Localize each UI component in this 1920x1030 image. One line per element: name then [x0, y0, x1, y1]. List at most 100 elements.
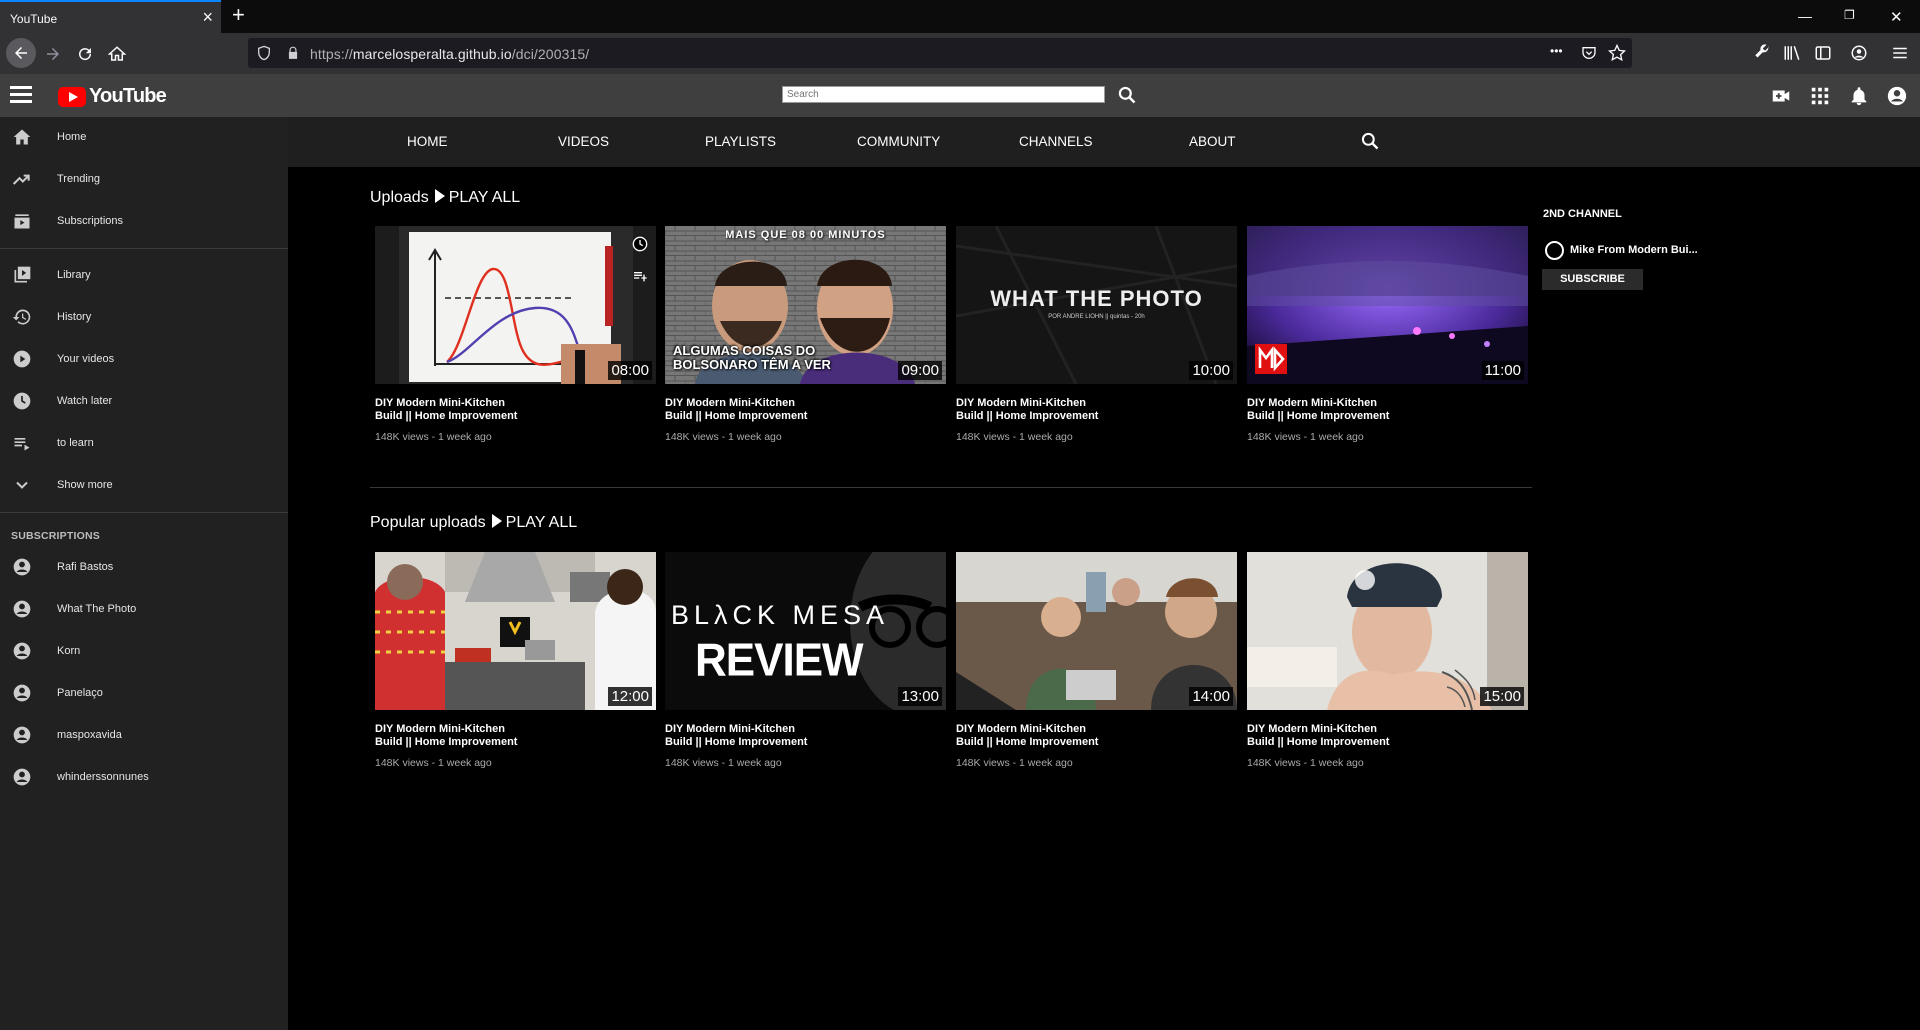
sidebar-item-subscriptions[interactable]: Subscriptions — [0, 201, 288, 241]
video-card[interactable]: 12:00 DIY Modern Mini-Kitchen Build || H… — [375, 552, 656, 769]
video-duration: 10:00 — [1189, 361, 1233, 380]
video-thumbnail[interactable]: 08:00 — [375, 226, 656, 384]
tab-home[interactable]: HOME — [407, 134, 448, 149]
sidebar-item-show-more[interactable]: Show more — [0, 465, 288, 505]
window-close-icon[interactable]: ✕ — [1890, 8, 1903, 26]
url-text[interactable]: https://marcelosperalta.github.io/dci/20… — [310, 46, 589, 62]
video-duration: 13:00 — [898, 687, 942, 706]
tab-about[interactable]: ABOUT — [1189, 134, 1236, 149]
video-thumbnail[interactable]: 14:00 — [956, 552, 1237, 710]
subscription-item[interactable]: Panelaço — [0, 673, 288, 713]
bookmark-star-icon[interactable] — [1608, 44, 1626, 62]
subscription-label: maspoxavida — [57, 729, 122, 741]
subscribe-button[interactable]: SUBSCRIBE — [1542, 269, 1643, 290]
video-title[interactable]: DIY Modern Mini-Kitchen Build || Home Im… — [665, 397, 815, 423]
sidebar-item-watch-later[interactable]: Watch later — [0, 381, 288, 421]
sidebar-item-to-learn[interactable]: to learn — [0, 423, 288, 463]
page-actions-button[interactable]: ••• — [1550, 44, 1563, 58]
menu-icon[interactable] — [1891, 44, 1909, 62]
subscription-item[interactable]: maspoxavida — [0, 715, 288, 755]
subscription-item[interactable]: Korn — [0, 631, 288, 671]
video-meta: 148K views - 1 week ago — [956, 431, 1073, 443]
library-browser-icon[interactable] — [1782, 44, 1802, 62]
video-title[interactable]: DIY Modern Mini-Kitchen Build || Home Im… — [956, 723, 1106, 749]
featured-channel-item[interactable]: Mike From Modern Bui... — [1545, 240, 1705, 262]
sidebar-item-label: Trending — [57, 173, 101, 185]
video-card[interactable]: 11:00 DIY Modern Mini-Kitchen Build || H… — [1247, 226, 1528, 443]
video-title[interactable]: DIY Modern Mini-Kitchen Build || Home Im… — [375, 723, 525, 749]
subscription-label: Panelaço — [57, 687, 103, 699]
sidebar-item-label: Home — [57, 131, 87, 143]
restore-icon[interactable]: ❐ — [1844, 8, 1855, 22]
apps-grid-icon[interactable] — [1809, 85, 1831, 107]
video-duration: 15:00 — [1480, 687, 1524, 706]
pocket-icon[interactable] — [1581, 45, 1597, 61]
video-title[interactable]: DIY Modern Mini-Kitchen Build || Home Im… — [1247, 723, 1397, 749]
video-thumbnail[interactable]: MAIS QUE 08 00 MINUTOS ALGUMAS COISAS DO… — [665, 226, 946, 384]
account-icon[interactable] — [1850, 44, 1868, 62]
chevron-down-icon — [16, 481, 28, 489]
tab-videos[interactable]: VIDEOS — [558, 134, 609, 149]
video-thumbnail[interactable]: 11:00 — [1247, 226, 1528, 384]
uploads-section-title[interactable]: Uploads PLAY ALL — [370, 189, 520, 207]
tab-community[interactable]: COMMUNITY — [857, 134, 940, 149]
video-title[interactable]: DIY Modern Mini-Kitchen Build || Home Im… — [956, 397, 1106, 423]
popular-section-title[interactable]: Popular uploads PLAY ALL — [370, 514, 577, 532]
reload-button[interactable] — [72, 41, 98, 67]
watch-later-icon[interactable] — [632, 236, 648, 252]
sidebar-item-library[interactable]: Library — [0, 255, 288, 295]
back-button[interactable] — [6, 38, 36, 68]
channel-search-icon[interactable] — [1360, 131, 1380, 151]
sidebar-item-trending[interactable]: Trending — [0, 159, 288, 199]
tools-icon[interactable] — [1753, 44, 1771, 62]
home-button[interactable] — [104, 41, 130, 67]
browser-tab[interactable]: YouTube × — [0, 0, 221, 33]
url-path: /dci/200315/ — [511, 46, 590, 62]
lock-icon[interactable] — [286, 45, 300, 61]
notifications-bell-icon[interactable] — [1848, 85, 1870, 107]
tab-close-button[interactable]: × — [202, 8, 213, 26]
video-card[interactable]: BLλCK MESA REVIEW 13:00 DIY Modern Mini-… — [665, 552, 946, 769]
add-to-queue-icon[interactable] — [632, 268, 648, 284]
sidebar-item-history[interactable]: History — [0, 297, 288, 337]
video-meta: 148K views - 1 week ago — [375, 431, 492, 443]
user-avatar-icon[interactable] — [1886, 85, 1908, 107]
featured-channel-name: Mike From Modern Bui... — [1570, 244, 1698, 256]
minimize-icon[interactable]: ― — [1798, 8, 1812, 24]
video-duration: 08:00 — [608, 361, 652, 380]
video-title[interactable]: DIY Modern Mini-Kitchen Build || Home Im… — [1247, 397, 1397, 423]
video-card[interactable]: WHAT THE PHOTO POR ANDRE LIOHN || quinta… — [956, 226, 1237, 443]
sidebar-item-label: Watch later — [57, 395, 113, 407]
video-card[interactable]: 14:00 DIY Modern Mini-Kitchen Build || H… — [956, 552, 1237, 769]
reload-icon — [79, 48, 92, 61]
search-input[interactable] — [782, 86, 1105, 103]
tab-playlists[interactable]: PLAYLISTS — [705, 134, 776, 149]
forward-button[interactable] — [40, 41, 66, 67]
create-video-icon[interactable] — [1770, 85, 1792, 107]
channel-avatar-icon — [13, 768, 31, 786]
video-thumbnail[interactable]: BLλCK MESA REVIEW 13:00 — [665, 552, 946, 710]
video-card[interactable]: 08:00 DIY Modern Mini-Kitchen Build || H… — [375, 226, 656, 443]
search-icon[interactable] — [1117, 85, 1137, 105]
sidebar-item-home[interactable]: Home — [0, 117, 288, 157]
subscription-item[interactable]: What The Photo — [0, 589, 288, 629]
video-title[interactable]: DIY Modern Mini-Kitchen Build || Home Im… — [665, 723, 815, 749]
tracking-shield-icon[interactable] — [256, 45, 272, 61]
video-card[interactable]: 15:00 DIY Modern Mini-Kitchen Build || H… — [1247, 552, 1528, 769]
guide-menu-icon[interactable] — [10, 86, 32, 104]
subscription-item[interactable]: whinderssonnunes — [0, 757, 288, 797]
sidebar-toggle-icon[interactable] — [1814, 44, 1832, 62]
sidebar-divider — [0, 248, 288, 249]
sidebar-item-your-videos[interactable]: Your videos — [0, 339, 288, 379]
new-tab-button[interactable]: + — [232, 4, 245, 26]
tab-channels[interactable]: CHANNELS — [1019, 134, 1093, 149]
video-title[interactable]: DIY Modern Mini-Kitchen Build || Home Im… — [375, 397, 525, 423]
video-thumbnail[interactable]: 12:00 — [375, 552, 656, 710]
video-thumbnail[interactable]: 15:00 — [1247, 552, 1528, 710]
subscription-item[interactable]: Rafi Bastos — [0, 547, 288, 587]
address-bar[interactable]: https://marcelosperalta.github.io/dci/20… — [248, 38, 1632, 68]
youtube-logo[interactable]: YouTube — [58, 85, 167, 108]
video-card[interactable]: MAIS QUE 08 00 MINUTOS ALGUMAS COISAS DO… — [665, 226, 946, 443]
play-all-icon — [491, 514, 502, 528]
video-thumbnail[interactable]: WHAT THE PHOTO POR ANDRE LIOHN || quinta… — [956, 226, 1237, 384]
